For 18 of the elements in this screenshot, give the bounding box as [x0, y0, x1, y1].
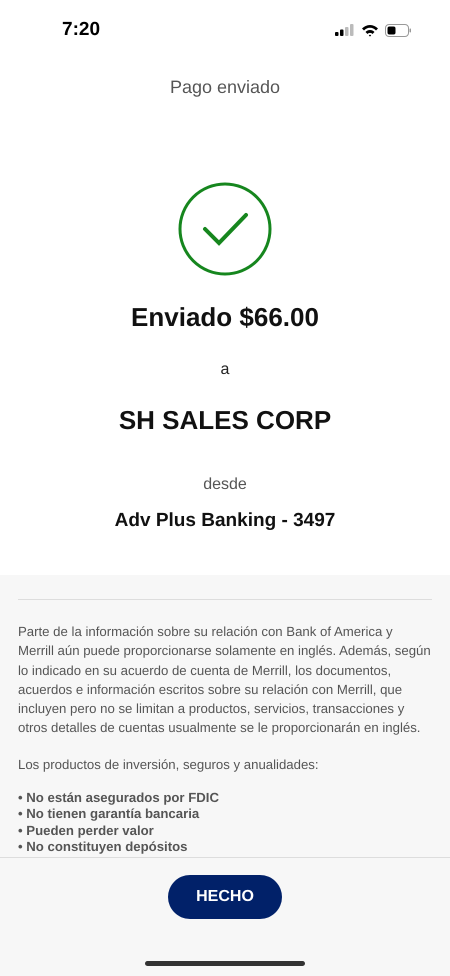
account-name: Adv Plus Banking - 3497	[114, 510, 336, 532]
checkmark-icon	[178, 182, 272, 276]
status-time: 7:20	[62, 19, 100, 41]
from-label: desde	[203, 476, 247, 494]
battery-icon	[385, 24, 412, 36]
disclosure-item: • No constituyen depósitos	[18, 839, 188, 856]
signal-icon	[335, 24, 355, 36]
wifi-icon	[361, 24, 379, 36]
disclosure-text: Parte de la información sobre su relación con Bank of America y Merrill aún puede proporcionarse solamente en inglés. Además, según lo indicado en su acuerdo de cuenta de Merrill, los documentos, acuerdos e información escritos sobre su relación con Merrill, que incluyen pero no se limitan a productos, servicios, transacciones y otros detalles de cuentas usualmente se le proporcionarán en inglés.	[18, 623, 432, 738]
payee-name: SH SALES CORP	[118, 405, 332, 436]
list-intro: Los productos de inversión, seguros y anualidades:	[18, 756, 320, 772]
screen-title: Pago enviado	[170, 77, 280, 98]
done-button[interactable]: HECHO	[168, 875, 282, 919]
to-label: a	[220, 361, 230, 379]
disclosure-item: • No están asegurados por FDIC	[18, 790, 220, 806]
disclosure-item: • Pueden perder valor	[18, 822, 155, 840]
disclosure-item: • No tienen garantía bancaria	[18, 806, 200, 823]
amount-text: Enviado $66.00	[131, 302, 319, 333]
